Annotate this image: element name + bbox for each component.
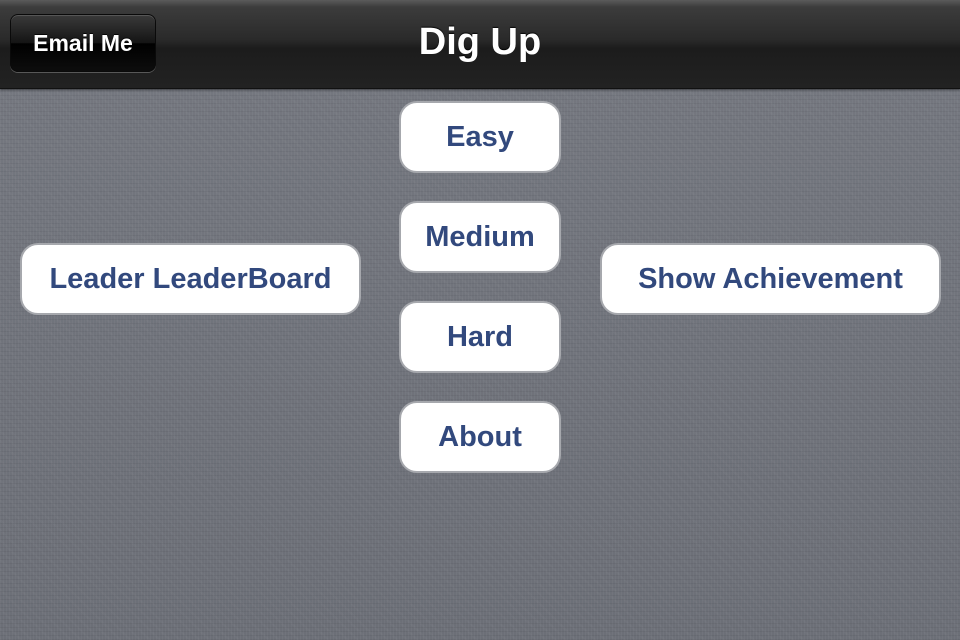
about-button[interactable]: About xyxy=(399,401,561,473)
email-me-button[interactable]: Email Me xyxy=(10,14,156,72)
leaderboard-button[interactable]: Leader LeaderBoard xyxy=(20,243,361,315)
medium-button[interactable]: Medium xyxy=(399,201,561,273)
easy-button[interactable]: Easy xyxy=(399,101,561,173)
show-achievement-button[interactable]: Show Achievement xyxy=(600,243,941,315)
navigation-bar: Dig Up Email Me xyxy=(0,0,960,89)
hard-button[interactable]: Hard xyxy=(399,301,561,373)
